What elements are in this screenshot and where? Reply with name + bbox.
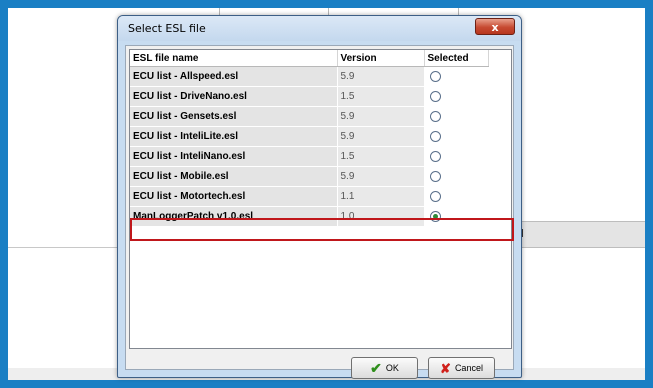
selected-radio[interactable] [429, 70, 441, 82]
esl-file-name[interactable]: ECU list - InteliLite.esl [130, 126, 338, 147]
table-header-row: ESL file name Version Selected [130, 50, 489, 67]
selected-radio[interactable] [429, 170, 441, 182]
esl-file-name[interactable]: ManLoggerPatch v1.0.esl [130, 206, 338, 227]
ok-button[interactable]: ✔ OK [351, 357, 418, 379]
table-row[interactable]: ECU list - Allspeed.esl 5.9 [130, 66, 489, 87]
table-row[interactable]: ECU list - Motortech.esl 1.1 [130, 186, 489, 207]
esl-file-selected-cell [424, 66, 489, 87]
esl-file-version[interactable]: 5.9 [337, 66, 425, 87]
dialog-title: Select ESL file [128, 22, 206, 35]
esl-file-table: ESL file name Version Selected ECU list … [130, 50, 489, 227]
close-button[interactable]: x [475, 18, 515, 35]
table-row[interactable]: ECU list - DriveNano.esl 1.5 [130, 86, 489, 107]
selected-radio[interactable] [429, 130, 441, 142]
dialog-titlebar[interactable]: Select ESL file x [118, 16, 521, 41]
esl-file-selected-cell [424, 206, 489, 227]
esl-file-selected-cell [424, 106, 489, 127]
table-row[interactable]: ECU list - Gensets.esl 5.9 [130, 106, 489, 127]
dialog-client-area: ESL file name Version Selected ECU list … [125, 45, 514, 379]
esl-file-version[interactable]: 1.5 [337, 86, 425, 107]
esl-file-selected-cell [424, 166, 489, 187]
esl-file-name[interactable]: ECU list - Gensets.esl [130, 106, 338, 127]
close-icon: x [491, 21, 499, 34]
cancel-button[interactable]: ✘ Cancel [428, 357, 495, 379]
esl-file-version[interactable]: 5.9 [337, 166, 425, 187]
column-header-selected[interactable]: Selected [424, 50, 489, 67]
background-strip: d [513, 221, 645, 248]
ok-button-label: OK [385, 363, 399, 373]
esl-file-name[interactable]: ECU list - Mobile.esl [130, 166, 338, 187]
check-icon: ✔ [370, 360, 382, 376]
selected-radio[interactable] [429, 190, 441, 202]
selected-radio[interactable] [429, 150, 441, 162]
table-row[interactable]: ManLoggerPatch v1.0.esl 1.0 [130, 206, 489, 227]
esl-file-version[interactable]: 5.9 [337, 126, 425, 147]
cancel-button-label: Cancel [454, 363, 483, 373]
table-row[interactable]: ECU list - InteliLite.esl 5.9 [130, 126, 489, 147]
column-header-name[interactable]: ESL file name [130, 50, 338, 67]
select-esl-dialog: Select ESL file x ESL file name Version … [117, 15, 522, 379]
esl-file-selected-cell [424, 146, 489, 167]
table-row[interactable]: ECU list - Mobile.esl 5.9 [130, 166, 489, 187]
esl-file-version[interactable]: 5.9 [337, 106, 425, 127]
esl-file-selected-cell [424, 186, 489, 207]
esl-file-version[interactable]: 1.0 [337, 206, 425, 227]
selected-radio-checked[interactable] [429, 210, 441, 222]
esl-file-version[interactable]: 1.1 [337, 186, 425, 207]
esl-file-version[interactable]: 1.5 [337, 146, 425, 167]
column-header-version[interactable]: Version [337, 50, 425, 67]
selected-radio[interactable] [429, 110, 441, 122]
esl-file-name[interactable]: ECU list - DriveNano.esl [130, 86, 338, 107]
esl-file-selected-cell [424, 86, 489, 107]
table-row[interactable]: ECU list - InteliNano.esl 1.5 [130, 146, 489, 167]
esl-file-name[interactable]: ECU list - Allspeed.esl [130, 66, 338, 87]
esl-file-name[interactable]: ECU list - InteliNano.esl [130, 146, 338, 167]
background-divider [8, 247, 125, 248]
esl-file-grid: ESL file name Version Selected ECU list … [129, 49, 512, 349]
selected-radio[interactable] [429, 90, 441, 102]
esl-file-name[interactable]: ECU list - Motortech.esl [130, 186, 338, 207]
esl-file-selected-cell [424, 126, 489, 147]
x-icon: ✘ [440, 360, 451, 376]
